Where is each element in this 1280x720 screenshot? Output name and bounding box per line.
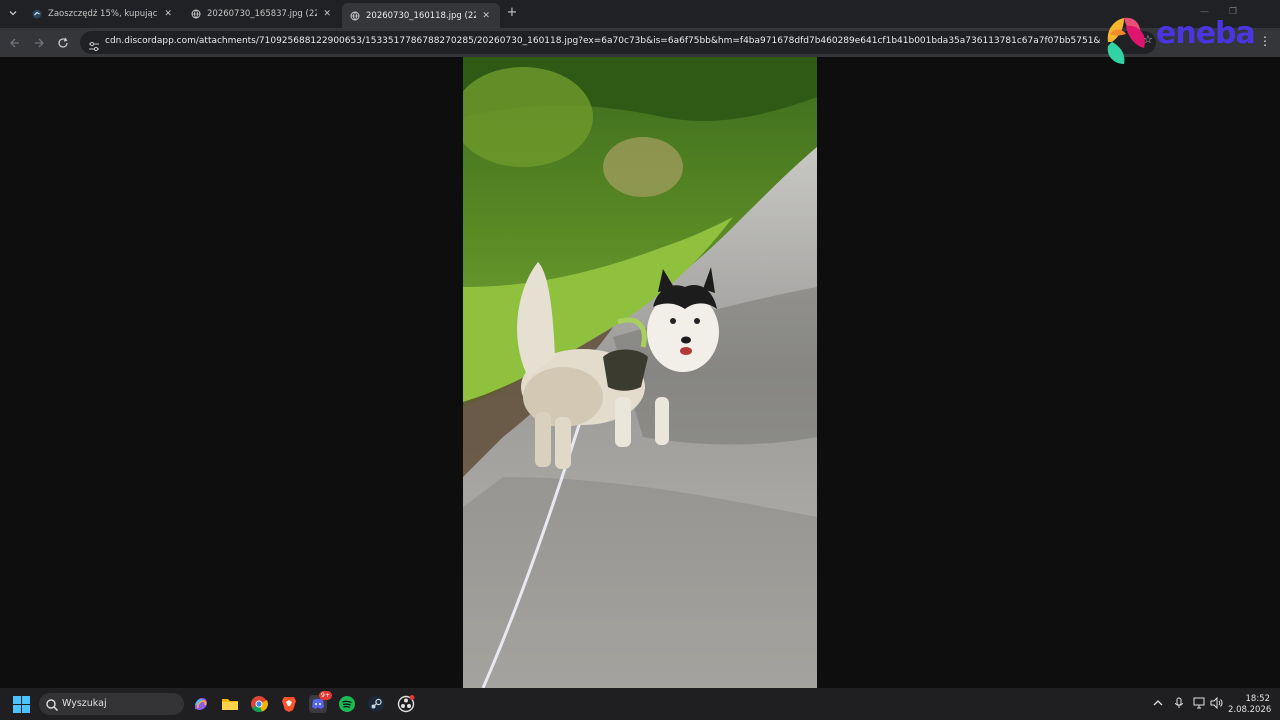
address-bar[interactable]: cdn.discordapp.com/attachments/710925688… xyxy=(80,31,1156,54)
clock-date: 2.08.2026 xyxy=(1228,705,1272,715)
tab-title: 20260730_165837.jpg (2252×4 xyxy=(207,9,318,19)
image-viewer xyxy=(0,57,1280,688)
close-icon[interactable]: ✕ xyxy=(162,9,174,19)
clock-time: 18:52 xyxy=(1245,694,1271,704)
reload-icon[interactable] xyxy=(54,34,72,52)
brave-icon[interactable] xyxy=(280,695,298,713)
system-clock[interactable]: 18:52 2.08.2026 xyxy=(1228,694,1272,716)
new-tab-button[interactable]: + xyxy=(505,5,519,21)
globe-icon xyxy=(191,9,201,19)
windows-start-icon[interactable] xyxy=(13,696,30,713)
globe-icon xyxy=(350,11,360,21)
close-icon[interactable]: ✕ xyxy=(480,11,492,21)
microphone-icon[interactable] xyxy=(1173,697,1187,711)
husky-dog-photo xyxy=(463,57,817,688)
copilot-icon[interactable] xyxy=(192,695,210,713)
back-arrow-icon[interactable] xyxy=(6,34,24,52)
tab-title: 20260730_160118.jpg (2252×4 xyxy=(366,10,477,21)
tray-chevron-up-icon[interactable] xyxy=(1152,697,1166,711)
taskbar: Wyszukaj 9+ 18:52 2.08.2026 xyxy=(0,688,1280,720)
url-text: cdn.discordapp.com/attachments/710925688… xyxy=(105,36,1101,46)
steam-icon xyxy=(32,9,42,19)
tab-image-2-active[interactable]: 20260730_160118.jpg (2252×4 ✕ xyxy=(342,3,500,28)
discord-icon[interactable]: 9+ xyxy=(309,691,332,713)
tab-image-1[interactable]: 20260730_165837.jpg (2252×4 ✕ xyxy=(183,3,341,25)
tab-search-chevron-icon[interactable] xyxy=(4,4,22,22)
search-icon xyxy=(45,697,59,712)
steam-icon[interactable] xyxy=(367,695,385,713)
tab-steam[interactable]: Zaoszczędź 15%, kupując Mach ✕ xyxy=(24,3,182,25)
forward-arrow-icon[interactable] xyxy=(30,34,48,52)
network-icon[interactable] xyxy=(1193,697,1207,711)
browser-toolbar: cdn.discordapp.com/attachments/710925688… xyxy=(0,28,1280,57)
tab-strip: Zaoszczędź 15%, kupując Mach ✕ 20260730_… xyxy=(0,0,1280,28)
site-info-icon[interactable] xyxy=(88,37,100,52)
eneba-logo-text: eneba xyxy=(1156,16,1256,51)
discord-badge: 9+ xyxy=(319,691,332,700)
taskbar-search[interactable]: Wyszukaj xyxy=(39,693,184,715)
file-explorer-icon[interactable] xyxy=(221,695,239,713)
volume-icon[interactable] xyxy=(1210,696,1224,711)
chrome-icon[interactable] xyxy=(250,695,268,713)
search-placeholder: Wyszukaj xyxy=(62,698,107,709)
tab-title: Zaoszczędź 15%, kupując Mach xyxy=(48,9,158,19)
spotify-icon[interactable] xyxy=(338,695,356,713)
obs-icon[interactable] xyxy=(397,695,415,713)
close-icon[interactable]: ✕ xyxy=(321,9,333,19)
